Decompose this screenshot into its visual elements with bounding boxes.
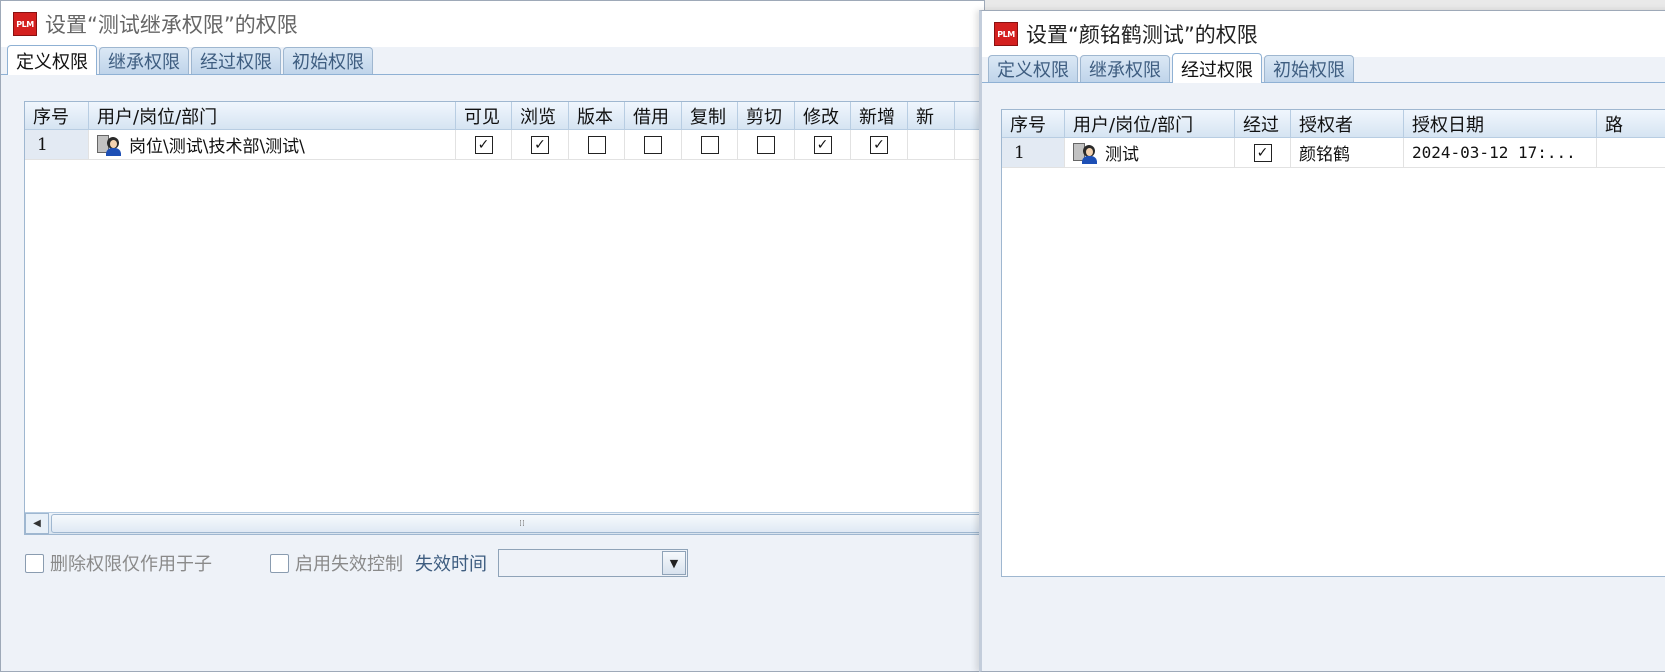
tab-define-permissions[interactable]: 定义权限 — [988, 55, 1078, 82]
scrollbar-thumb[interactable]: ⁞⁞ — [51, 514, 984, 533]
plm-logo-icon: PLM — [994, 22, 1018, 46]
enable-expire-control-checkbox[interactable] — [270, 553, 289, 573]
cell-browse: ✓ — [512, 130, 569, 159]
enable-expire-control-option[interactable]: 启用失效控制 — [270, 550, 403, 576]
tab-pass-permissions[interactable]: 经过权限 — [1172, 53, 1262, 83]
tab-bar: 定义权限 继承权限 经过权限 初始权限 — [1, 45, 984, 75]
cell-borrow — [625, 130, 682, 159]
expire-time-dropdown[interactable]: ▼ — [498, 549, 688, 577]
pass-permissions-grid: 序号 用户/岗位/部门 经过 授权者 授权日期 路 1 测试 ✓ 颜铭鹤 202… — [1001, 109, 1665, 577]
cell-version — [569, 130, 625, 159]
cell-grant-date: 2024-03-12 17:... — [1404, 138, 1597, 167]
col-header-cut[interactable]: 剪切 — [738, 102, 795, 129]
checkbox-borrow[interactable] — [644, 135, 662, 154]
horizontal-scrollbar[interactable]: ◀ ⁞⁞ — [25, 512, 984, 534]
plm-logo-icon: PLM — [13, 12, 37, 36]
expire-time-label: 失效时间 — [415, 554, 487, 575]
user-position-icon — [1073, 142, 1097, 164]
col-header-version[interactable]: 版本 — [569, 102, 625, 129]
row-seq: 1 — [1002, 138, 1065, 167]
tab-pass-permissions[interactable]: 经过权限 — [191, 47, 281, 74]
col-header-seq[interactable]: 序号 — [1002, 110, 1065, 137]
checkbox-add[interactable]: ✓ — [870, 135, 888, 154]
dialog-title: 设置“测试继承权限”的权限 — [45, 13, 298, 37]
checkbox-copy[interactable] — [700, 135, 719, 154]
checkbox-modify[interactable]: ✓ — [813, 135, 832, 154]
table-row[interactable]: 1 岗位\测试\技术部\测试\ ✓ ✓ ✓ ✓ — [25, 130, 984, 160]
cell-more — [908, 130, 955, 159]
table-row[interactable]: 1 测试 ✓ 颜铭鹤 2024-03-12 17:... — [1002, 138, 1665, 168]
delete-only-children-label: 删除权限仅作用于子 — [50, 554, 212, 575]
dialog-title: 设置“颜铭鹤测试”的权限 — [1026, 23, 1258, 47]
grid-header: 序号 用户/岗位/部门 可见 浏览 版本 借用 复制 剪切 修改 新增 新 — [25, 102, 984, 130]
checkbox-version[interactable] — [587, 135, 606, 154]
col-header-grantor[interactable]: 授权者 — [1291, 110, 1404, 137]
tab-inherit-permissions[interactable]: 继承权限 — [1080, 55, 1170, 82]
enable-expire-control-label: 启用失效控制 — [295, 554, 403, 575]
row-user-cell: 测试 — [1065, 138, 1235, 167]
col-header-copy[interactable]: 复制 — [682, 102, 738, 129]
checkbox-cut[interactable] — [757, 135, 775, 154]
permissions-grid: 序号 用户/岗位/部门 可见 浏览 版本 借用 复制 剪切 修改 新增 新 1 … — [24, 101, 984, 535]
col-header-more[interactable]: 新 — [908, 102, 955, 129]
col-header-visible[interactable]: 可见 — [456, 102, 512, 129]
col-header-user[interactable]: 用户/岗位/部门 — [1065, 110, 1235, 137]
dialog-titlebar[interactable]: PLM 设置“颜铭鹤测试”的权限 — [982, 11, 1665, 57]
tab-bar: 定义权限 继承权限 经过权限 初始权限 — [982, 53, 1665, 83]
col-header-path[interactable]: 路 — [1597, 110, 1665, 137]
row-user-name: 测试 — [1105, 145, 1139, 165]
dialog-define-permissions: PLM 设置“测试继承权限”的权限 定义权限 继承权限 经过权限 初始权限 序号… — [0, 0, 985, 672]
dialog-pass-permissions: PLM 设置“颜铭鹤测试”的权限 定义权限 继承权限 经过权限 初始权限 序号 … — [979, 10, 1665, 672]
cell-path — [1597, 138, 1665, 167]
col-header-grant-date[interactable]: 授权日期 — [1404, 110, 1597, 137]
checkbox-browse[interactable]: ✓ — [531, 135, 549, 154]
delete-only-children-option[interactable]: 删除权限仅作用于子 — [25, 550, 212, 576]
dialog-titlebar[interactable]: PLM 设置“测试继承权限”的权限 — [1, 1, 984, 47]
row-seq: 1 — [25, 130, 89, 159]
checkbox-passed[interactable]: ✓ — [1253, 143, 1272, 162]
col-header-borrow[interactable]: 借用 — [625, 102, 682, 129]
cell-grantor: 颜铭鹤 — [1291, 138, 1404, 167]
tab-inherit-permissions[interactable]: 继承权限 — [99, 47, 189, 74]
col-header-add[interactable]: 新增 — [851, 102, 908, 129]
col-header-seq[interactable]: 序号 — [25, 102, 89, 129]
cell-add: ✓ — [851, 130, 908, 159]
delete-only-children-checkbox[interactable] — [25, 553, 44, 573]
checkbox-visible[interactable]: ✓ — [474, 135, 493, 154]
dropdown-arrow-icon[interactable]: ▼ — [662, 551, 686, 575]
cell-cut — [738, 130, 795, 159]
tab-initial-permissions[interactable]: 初始权限 — [1264, 55, 1354, 82]
cell-visible: ✓ — [456, 130, 512, 159]
col-header-modify[interactable]: 修改 — [795, 102, 851, 129]
row-user-cell: 岗位\测试\技术部\测试\ — [89, 130, 456, 159]
cell-copy — [682, 130, 738, 159]
tab-define-permissions[interactable]: 定义权限 — [7, 45, 97, 75]
row-user-name: 岗位\测试\技术部\测试\ — [129, 137, 305, 157]
tab-initial-permissions[interactable]: 初始权限 — [283, 47, 373, 74]
user-position-icon — [97, 134, 121, 156]
col-header-user[interactable]: 用户/岗位/部门 — [89, 102, 456, 129]
grid-header: 序号 用户/岗位/部门 经过 授权者 授权日期 路 — [1002, 110, 1665, 138]
scroll-left-icon[interactable]: ◀ — [25, 513, 49, 534]
cell-passed: ✓ — [1235, 138, 1291, 167]
col-header-passed[interactable]: 经过 — [1235, 110, 1291, 137]
col-header-browse[interactable]: 浏览 — [512, 102, 569, 129]
cell-modify: ✓ — [795, 130, 851, 159]
